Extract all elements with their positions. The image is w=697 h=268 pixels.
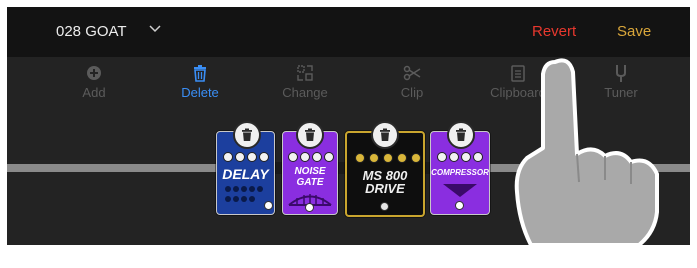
add-tool[interactable]: Add [49,63,139,100]
pedal-label-line-1: NOISE [294,166,326,177]
app-window: 028 GOAT Revert Save Add Delete Change C… [7,7,690,245]
trash-icon [242,128,252,141]
preset-name[interactable]: 028 GOAT [56,23,127,40]
trash-icon [305,128,315,141]
pedal-knobs [437,152,483,162]
add-label: Add [82,85,106,100]
scissors-icon [403,65,421,81]
swap-icon [297,65,313,81]
trash-icon [456,128,466,141]
pedal-label: COMPRESSOR [431,168,489,177]
pedal-label-line-2: GATE [296,177,324,188]
delete-pedal-compressor-button[interactable] [447,121,475,149]
droplets-graphic [225,186,263,202]
pedal-knobs [223,152,269,162]
footswitch [264,201,273,210]
clip-tool[interactable]: Clip [367,63,457,100]
pedal-label: NOISE GATE [283,166,337,188]
plus-circle-icon [87,66,101,80]
delete-pedal-noise-gate-button[interactable] [296,121,324,149]
save-button[interactable]: Save [617,23,651,40]
delete-pedal-ms-800-drive-button[interactable] [371,121,399,149]
clip-label: Clip [400,85,424,100]
compressor-graphic [443,184,477,197]
trash-icon [380,128,390,141]
delete-tool[interactable]: Delete [155,63,245,100]
delete-pedal-delay-button[interactable] [233,121,261,149]
pedal-label: MS 800 DRIVE [347,169,423,195]
footswitch [305,203,314,212]
footswitch [380,202,389,211]
revert-button[interactable]: Revert [532,23,576,40]
pedal-knobs [355,153,421,163]
pedal-label-line-2: DRIVE [365,181,405,196]
change-tool[interactable]: Change [260,63,350,100]
pedal-label: DELAY [222,166,269,182]
trash-icon [194,65,206,82]
delete-label: Delete [181,85,219,100]
footswitch [455,201,464,210]
pedal-knobs [288,152,334,162]
top-bar: 028 GOAT Revert Save [7,7,690,57]
change-label: Change [282,85,328,100]
pointing-hand-icon [514,58,659,245]
chevron-down-icon[interactable] [149,25,161,33]
